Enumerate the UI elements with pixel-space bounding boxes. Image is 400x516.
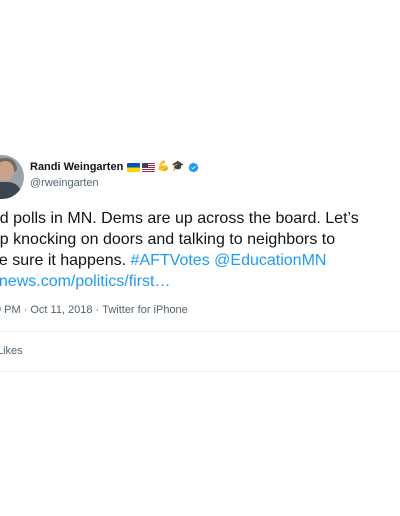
likes-stat[interactable]: Likes [0,345,23,357]
tweet-text-line-3: ake sure it happens. #AFTVotes @Educatio… [0,250,400,271]
avatar[interactable] [0,155,24,199]
author-handle[interactable]: @rweingarten [30,177,99,189]
url-link[interactable]: bcnews.com/politics/first… [0,271,400,292]
author-name-row[interactable]: Randi Weingarten 💪 🎓 [30,161,199,173]
tweet-text: ood polls in MN. Dems are up across the … [0,208,400,292]
tweet-time[interactable]: 9 PM [0,304,21,316]
mention-link[interactable]: @EducationMN [214,252,326,269]
flag-us-icon [142,162,156,172]
verified-icon [188,162,199,172]
teacher-icon: 🎓 [171,161,185,172]
hashtag-link[interactable]: #AFTVotes [131,252,210,269]
avatar-body [0,182,22,199]
tweet-header: Randi Weingarten 💪 🎓 @rweingarten [0,155,400,201]
tweet-text-line-2: eep knocking on doors and talking to nei… [0,231,336,248]
flexed-biceps-icon: 💪 [157,161,170,172]
tweet-meta: 9 PM·Oct 11, 2018·Twitter for iPhone [0,304,188,316]
tweet-text-line-1: ood polls in MN. Dems are up across the … [0,210,359,227]
author-badges: 💪 🎓 [127,162,199,173]
tweet-page: Randi Weingarten 💪 🎓 @rweingarten ood po… [0,0,400,516]
tweet-source[interactable]: Twitter for iPhone [102,304,188,316]
author-display-name[interactable]: Randi Weingarten [30,161,123,173]
divider [0,331,400,332]
divider [0,371,400,372]
tweet-date[interactable]: Oct 11, 2018 [30,304,92,316]
meta-separator: · [23,304,28,316]
tweet-text-line-3-body: ake sure it happens. [0,252,127,269]
flag-ukraine-icon [127,162,141,172]
meta-separator: · [95,304,100,316]
avatar-face [0,161,14,181]
